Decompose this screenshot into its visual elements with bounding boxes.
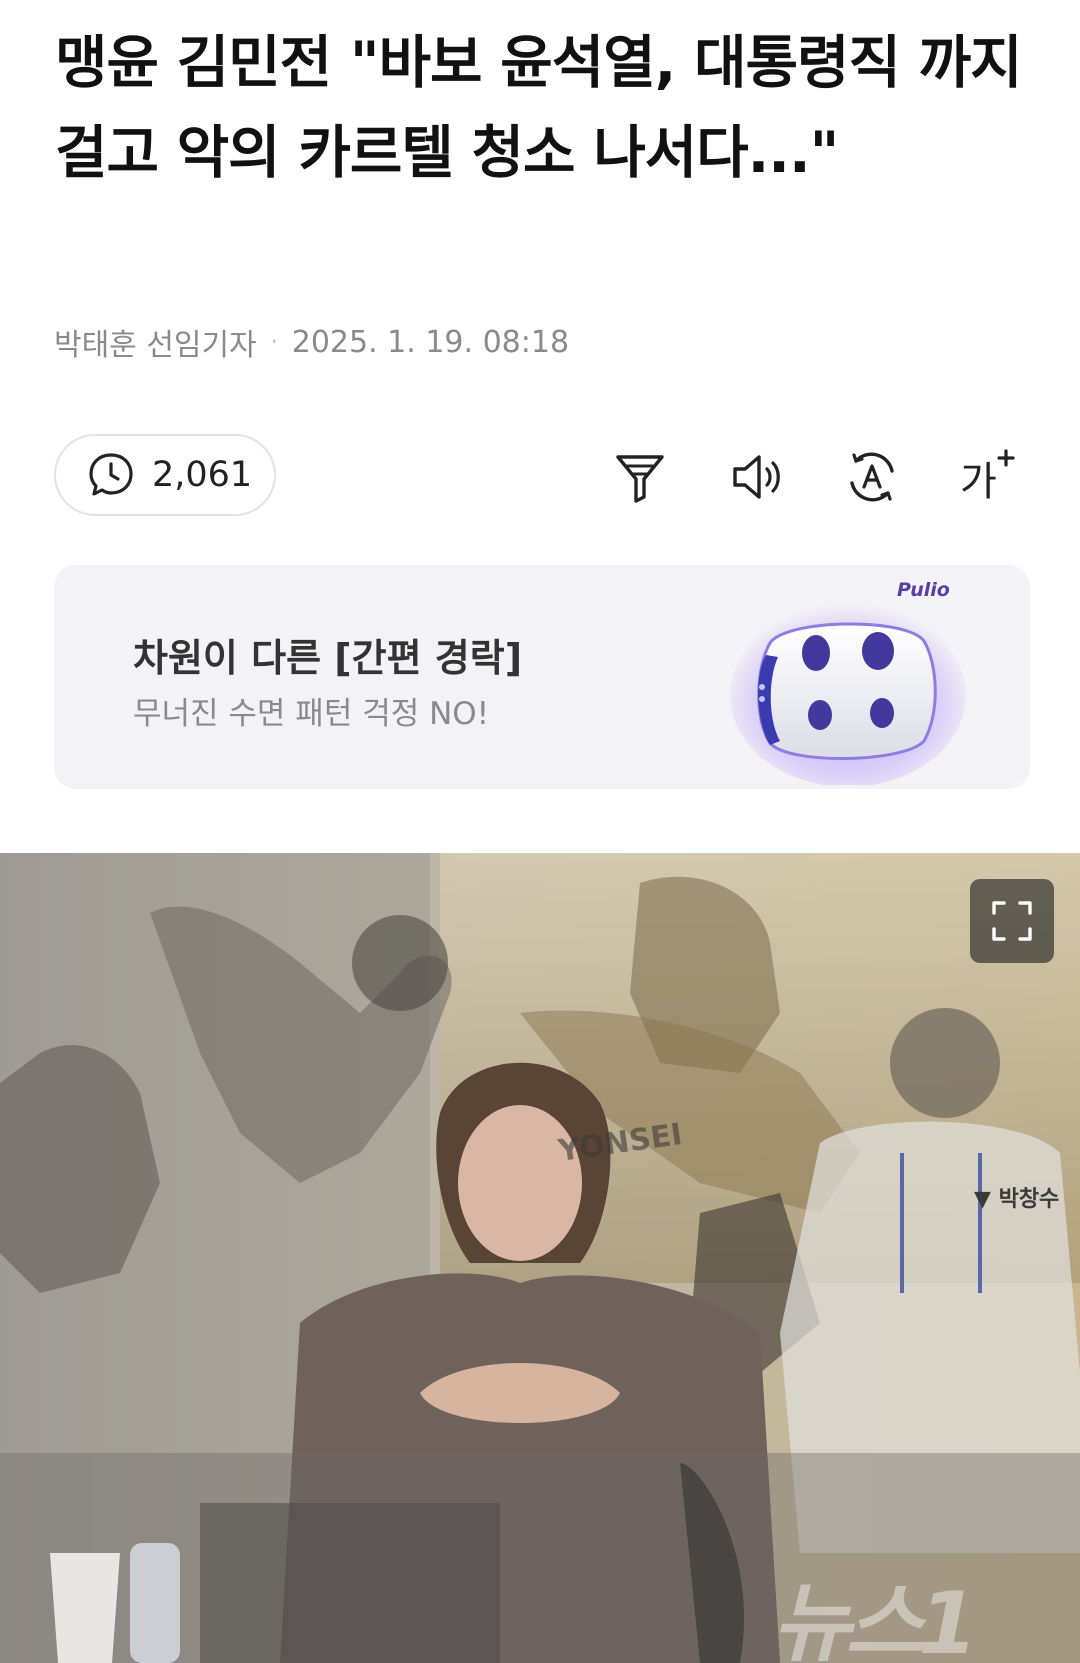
publish-datetime: 2025. 1. 19. 08:18: [291, 324, 570, 360]
expand-icon: [992, 901, 1032, 941]
expand-photo-button[interactable]: [970, 879, 1054, 963]
ad-banner[interactable]: 차원이 다른 [간편 경락] 무너진 수면 패턴 걱정 NO! Pulio: [54, 565, 1030, 789]
font-size-button[interactable]: 가: [953, 442, 1023, 512]
ad-subtitle: 무너진 수면 패턴 걱정 NO!: [133, 696, 490, 732]
font-size-icon: 가: [960, 449, 1015, 505]
speaker-icon: [733, 455, 780, 499]
article-byline: 박태훈 선임기자 · 2025. 1. 19. 08:18: [54, 320, 569, 364]
article-page: 맹윤 김민전 "바보 윤석열, 대통령직 까지 걸고 악의 카르텔 청소 나서다…: [0, 0, 1080, 1663]
comment-button[interactable]: 2,061: [54, 434, 276, 516]
byline-separator: ·: [270, 329, 278, 355]
translate-button[interactable]: [837, 442, 907, 512]
photo-caption: ▼ 박창수: [974, 1187, 1060, 1212]
ad-title: 차원이 다른 [간편 경락]: [133, 636, 523, 680]
article-headline: 맹윤 김민전 "바보 윤석열, 대통령직 까지 걸고 악의 카르텔 청소 나서다…: [55, 30, 1023, 186]
reporter-name[interactable]: 박태훈 선임기자: [54, 320, 257, 364]
filter-button[interactable]: [605, 442, 675, 512]
filter-icon: [616, 455, 664, 503]
translate-icon: [850, 452, 894, 502]
news1-watermark: 뉴스1: [772, 1574, 978, 1663]
read-aloud-button[interactable]: [722, 442, 792, 512]
comment-icon: [89, 453, 133, 496]
photo-collage-image: YONSEI: [0, 853, 1080, 1663]
comment-count: 2,061: [152, 455, 253, 495]
article-photo[interactable]: YONSEI ▼ 박창수 뉴스1: [0, 853, 1080, 1663]
font-size-label: 가: [960, 459, 997, 505]
ad-product-image: [730, 603, 966, 785]
